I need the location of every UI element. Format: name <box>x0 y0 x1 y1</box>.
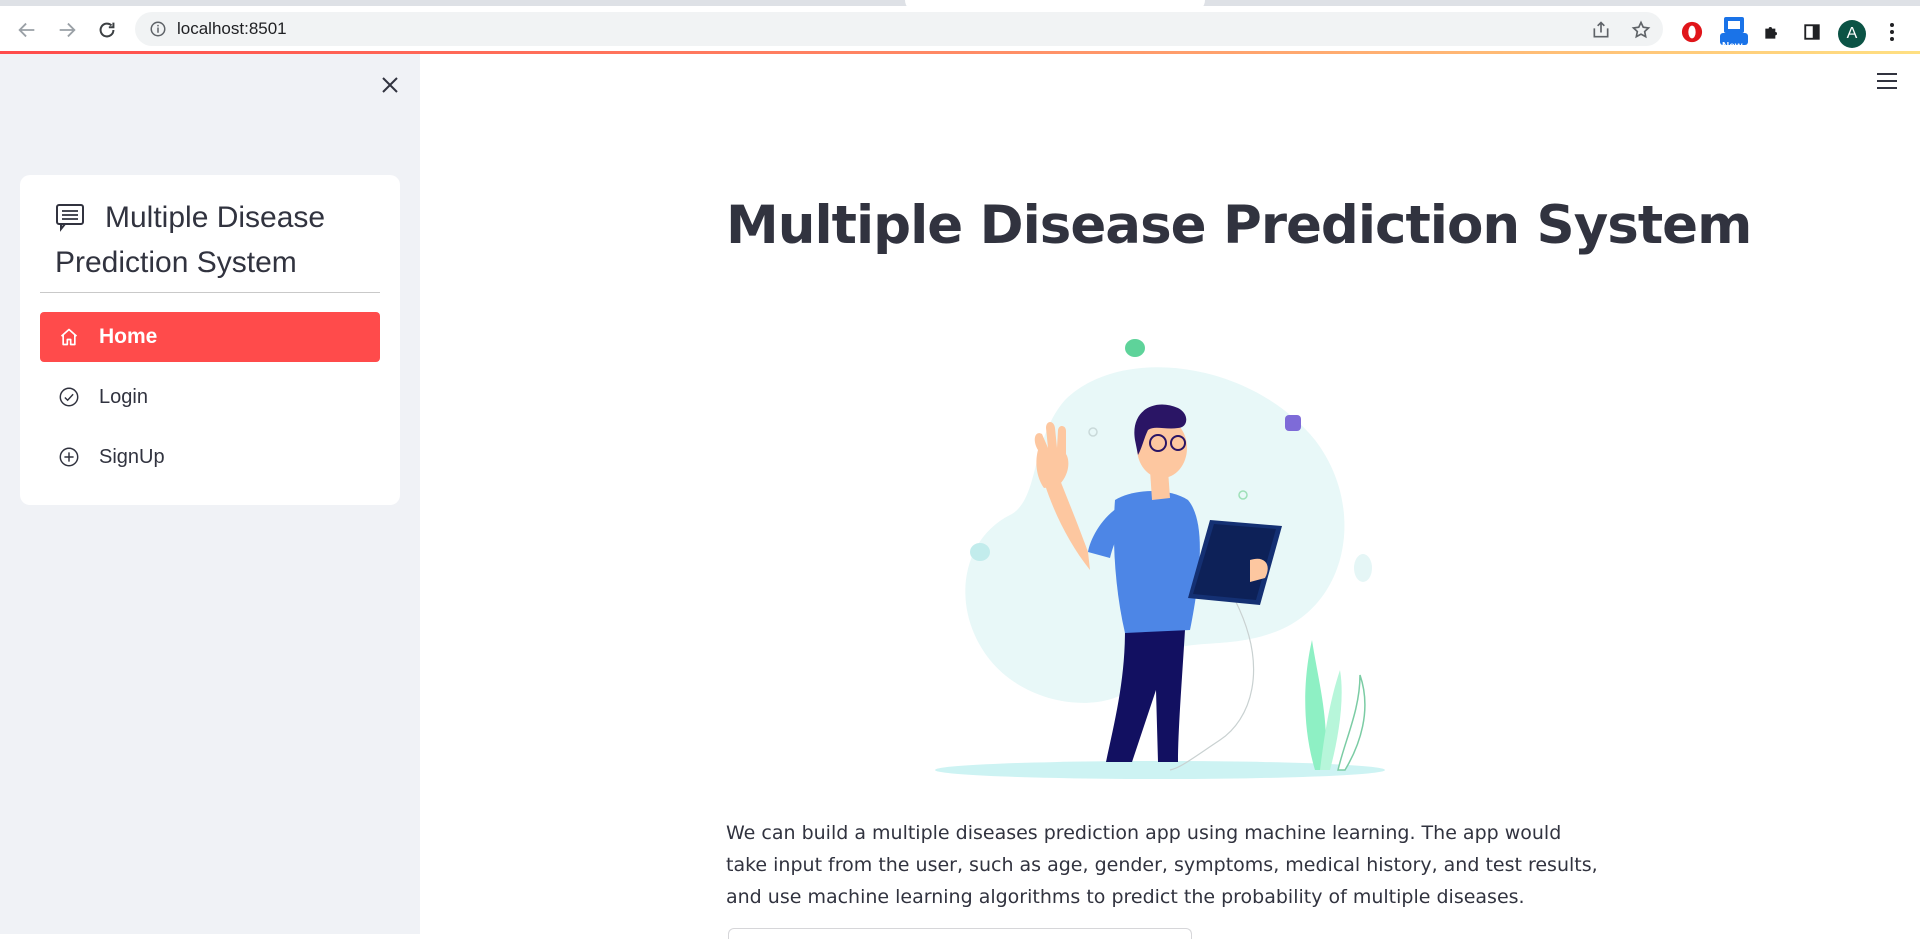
page-title: Multiple Disease Prediction System <box>726 195 1752 256</box>
menu-item-home[interactable]: Home <box>40 312 380 362</box>
forward-button[interactable] <box>53 16 81 44</box>
kebab-menu-icon[interactable] <box>1880 20 1904 44</box>
address-bar[interactable]: localhost:8501 <box>135 12 1663 46</box>
back-button[interactable] <box>13 16 41 44</box>
hamburger-icon <box>1877 73 1897 89</box>
profile-avatar[interactable]: A <box>1838 20 1866 48</box>
menu-item-label: SignUp <box>99 445 165 468</box>
menu-item-login[interactable]: Login <box>40 372 380 422</box>
check-circle-icon <box>57 385 81 409</box>
sidebar: Multiple Disease Prediction System Home … <box>0 54 420 934</box>
close-icon <box>382 77 398 93</box>
reload-button[interactable] <box>93 16 121 44</box>
menu-title: Multiple Disease Prediction System <box>55 201 326 279</box>
main-menu-button[interactable] <box>1876 72 1904 96</box>
new-extension-icon[interactable]: New <box>1718 17 1750 52</box>
arrow-right-icon <box>59 22 76 38</box>
house-icon <box>57 325 81 349</box>
plus-circle-icon <box>57 445 81 469</box>
browser-toolbar: localhost:8501 New A <box>0 6 1920 52</box>
share-icon[interactable] <box>1591 20 1611 40</box>
side-panel-icon[interactable] <box>1800 20 1824 44</box>
url-text: localhost:8501 <box>177 19 287 38</box>
intro-paragraph: We can build a multiple diseases predict… <box>726 822 1598 908</box>
menu-item-signup[interactable]: SignUp <box>40 432 380 482</box>
puzzle-icon[interactable] <box>1760 20 1784 44</box>
reload-icon <box>99 22 115 38</box>
star-icon[interactable] <box>1631 20 1651 40</box>
arrow-left-icon <box>18 22 35 38</box>
menu-item-label: Login <box>99 385 148 408</box>
info-icon <box>150 21 166 37</box>
waving-man-illustration <box>935 339 1385 779</box>
close-sidebar-button[interactable] <box>376 71 404 99</box>
opera-extension-icon[interactable] <box>1680 20 1704 44</box>
option-menu: Multiple Disease Prediction System Home … <box>20 175 400 505</box>
menu-item-label: Home <box>99 325 158 348</box>
menu-divider <box>40 292 380 293</box>
